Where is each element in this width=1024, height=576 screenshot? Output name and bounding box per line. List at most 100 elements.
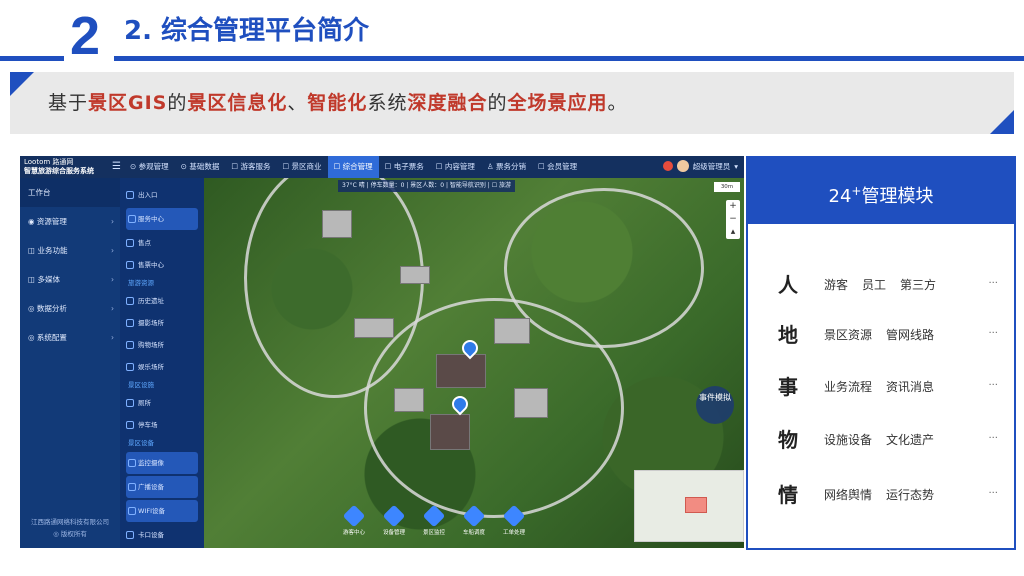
module-item: 第三方 — [900, 278, 937, 292]
app-nav-tabs: ⊙ 参观管理 ⊙ 基础数据 ☐ 游客服务 ☐ 景区商业 ☐ 综合管理 ☐ 电子票… — [124, 156, 583, 178]
dock-work-orders[interactable]: 工单处理 — [498, 504, 530, 536]
platform-screenshot: Lootom 路通网 智慧旅游综合服务系统 ☰ ⊙ 参观管理 ⊙ 基础数据 ☐ … — [20, 156, 744, 548]
map-scale: 30m — [714, 182, 740, 192]
banner-part: 系统 — [367, 92, 408, 114]
module-category: 情 — [778, 483, 798, 507]
tab-tour-management[interactable]: ⊙ 参观管理 — [124, 156, 175, 178]
tab-member-management[interactable]: ☐ 会员管理 — [532, 156, 583, 178]
module-category: 地 — [778, 323, 798, 347]
dock-vehicle-dispatch[interactable]: 车船调度 — [458, 504, 490, 536]
overview-minimap[interactable] — [634, 470, 744, 542]
tab-integrated-management[interactable]: ☐ 综合管理 — [327, 156, 379, 178]
layer-icon — [128, 507, 136, 515]
slide: 2 2. 综合管理平台简介 基于景区GIS的景区信息化、智能化系统深度融合的全场… — [0, 0, 1024, 576]
sidebar-item-multimedia[interactable]: ◫ 多媒体 › — [20, 265, 120, 294]
layer-entrance[interactable]: 出入口 — [120, 184, 204, 206]
hamburger-menu-icon[interactable]: ☰ — [112, 161, 121, 172]
user-area[interactable]: 超级管理员 ▾ — [662, 160, 738, 172]
more-ellipsis: ··· — [988, 328, 998, 339]
tab-visitor-service[interactable]: ☐ 游客服务 — [225, 156, 276, 178]
layer-entertainment[interactable]: 娱乐场所 — [120, 356, 204, 378]
module-row-sentiment: 情 网络舆情 运行态势 ··· — [778, 480, 998, 510]
more-ellipsis: ··· — [988, 380, 998, 391]
layer-icon — [126, 531, 134, 539]
layer-parking[interactable]: 停车场 — [120, 414, 204, 436]
sidebar-item-label: ◫ 业务功能 — [28, 246, 68, 255]
tab-scenic-commerce[interactable]: ☐ 景区商业 — [276, 156, 327, 178]
chevron-right-icon: › — [111, 304, 114, 313]
layer-checkpoint[interactable]: 卡口设备 — [120, 524, 204, 546]
map-building — [494, 318, 530, 344]
module-items: 设施设备 文化遗产 — [824, 425, 948, 455]
sidebar-item-settings[interactable]: ◎ 系统配置 › — [20, 323, 120, 352]
layer-label: 广播设备 — [138, 483, 164, 491]
map-building — [514, 388, 548, 418]
module-row-affairs: 事 业务流程 资讯消息 ··· — [778, 372, 998, 402]
module-item: 业务流程 — [824, 380, 873, 394]
page-title: 2. 综合管理平台简介 — [124, 16, 370, 46]
modules-panel: 24+管理模块 人 游客 员工 第三方 ··· 地 景区资源 管网线路 ··· 事 业… — [746, 156, 1016, 550]
tab-ticket-distribution[interactable]: ♙ 票务分销 — [481, 156, 532, 178]
zoom-out-button[interactable]: − — [726, 213, 740, 226]
layer-ticket-center[interactable]: 售票中心 — [120, 254, 204, 276]
notification-bell-icon[interactable] — [662, 161, 673, 171]
more-ellipsis: ··· — [988, 488, 998, 499]
layer-photo-spot[interactable]: 摄影场所 — [120, 312, 204, 334]
layer-historic-site[interactable]: 历史遗址 — [120, 290, 204, 312]
chevron-down-icon[interactable]: ▾ — [734, 162, 738, 171]
tab-content-management[interactable]: ☐ 内容管理 — [430, 156, 481, 178]
module-item: 资讯消息 — [886, 380, 935, 394]
logo-line-1: Lootom 路通网 — [24, 158, 74, 166]
layer-label: 服务中心 — [138, 215, 164, 223]
layer-broadcast[interactable]: 广播设备 — [126, 476, 198, 498]
layer-icon — [126, 261, 134, 269]
map-status-bar: 37°C 晴 | 停车数量：0 | 景区人数：0 | 智能导航识别 | ☐ 旅游 — [338, 180, 515, 192]
modules-panel-title: 24+管理模块 — [748, 158, 1014, 224]
function-dock: 游客中心 设备管理 景区监控 车船调度 工单处理 — [338, 504, 530, 536]
dock-monitoring[interactable]: 景区监控 — [418, 504, 450, 536]
layer-label: WIFI设备 — [138, 507, 165, 515]
tab-base-data[interactable]: ⊙ 基础数据 — [175, 156, 226, 178]
user-name[interactable]: 超级管理员 — [693, 161, 731, 172]
sidebar-item-analytics[interactable]: ◎ 数据分析 › — [20, 294, 120, 323]
layer-camera[interactable]: 监控摄像 — [126, 452, 198, 474]
sidebar-item-workbench[interactable]: 工作台 — [20, 178, 120, 207]
app-logo: Lootom 路通网 智慧旅游综合服务系统 — [24, 158, 114, 176]
map-building — [322, 210, 352, 238]
layer-label: 售点 — [138, 239, 151, 247]
tab-e-ticketing[interactable]: ☐ 电子票务 — [379, 156, 430, 178]
layer-panel: 出入口 服务中心 售点 售票中心 旅游资源 历史遗址 摄影场所 购物场所 娱乐场… — [120, 178, 204, 548]
chevron-right-icon: › — [111, 217, 114, 226]
section-number: 2 — [70, 6, 101, 66]
dock-device-management[interactable]: 设备管理 — [378, 504, 410, 536]
layer-shopping[interactable]: 购物场所 — [120, 334, 204, 356]
layer-toilet[interactable]: 厕所 — [120, 392, 204, 414]
banner-part: 的 — [167, 92, 188, 114]
cube-icon — [462, 504, 486, 528]
layer-group-heading: 旅游资源 — [128, 279, 154, 287]
layer-sales-point[interactable]: 售点 — [120, 232, 204, 254]
zoom-in-button[interactable]: + — [726, 200, 740, 213]
layer-wifi[interactable]: WIFI设备 — [126, 500, 198, 522]
avatar[interactable] — [676, 160, 689, 172]
map-building — [354, 318, 394, 338]
module-item: 网络舆情 — [824, 488, 873, 502]
dock-visitor-center[interactable]: 游客中心 — [338, 504, 370, 536]
layer-label: 历史遗址 — [138, 297, 164, 305]
sidebar-item-resources[interactable]: ◉ 资源管理 › — [20, 207, 120, 236]
app-topbar: Lootom 路通网 智慧旅游综合服务系统 ☰ ⊙ 参观管理 ⊙ 基础数据 ☐ … — [20, 156, 744, 178]
compass-icon[interactable]: ▴ — [726, 226, 740, 239]
minimap-viewport[interactable] — [685, 497, 707, 513]
module-count: 24 — [828, 186, 852, 207]
layer-label: 娱乐场所 — [138, 363, 164, 371]
chevron-right-icon: › — [111, 275, 114, 284]
sidebar-footer: 江西路通网络科技有限公司 ◎ 版权所有 — [20, 516, 120, 540]
zoom-controls: + − ▴ — [726, 200, 740, 239]
gis-map[interactable]: 37°C 晴 | 停车数量：0 | 景区人数：0 | 智能导航识别 | ☐ 旅游… — [204, 178, 744, 548]
layer-icon — [126, 341, 134, 349]
layer-icon — [126, 319, 134, 327]
layer-service-center[interactable]: 服务中心 — [126, 208, 198, 230]
event-simulation-button[interactable]: 事件模拟 — [696, 386, 734, 424]
sidebar-item-business[interactable]: ◫ 业务功能 › — [20, 236, 120, 265]
module-item: 员工 — [862, 278, 887, 292]
